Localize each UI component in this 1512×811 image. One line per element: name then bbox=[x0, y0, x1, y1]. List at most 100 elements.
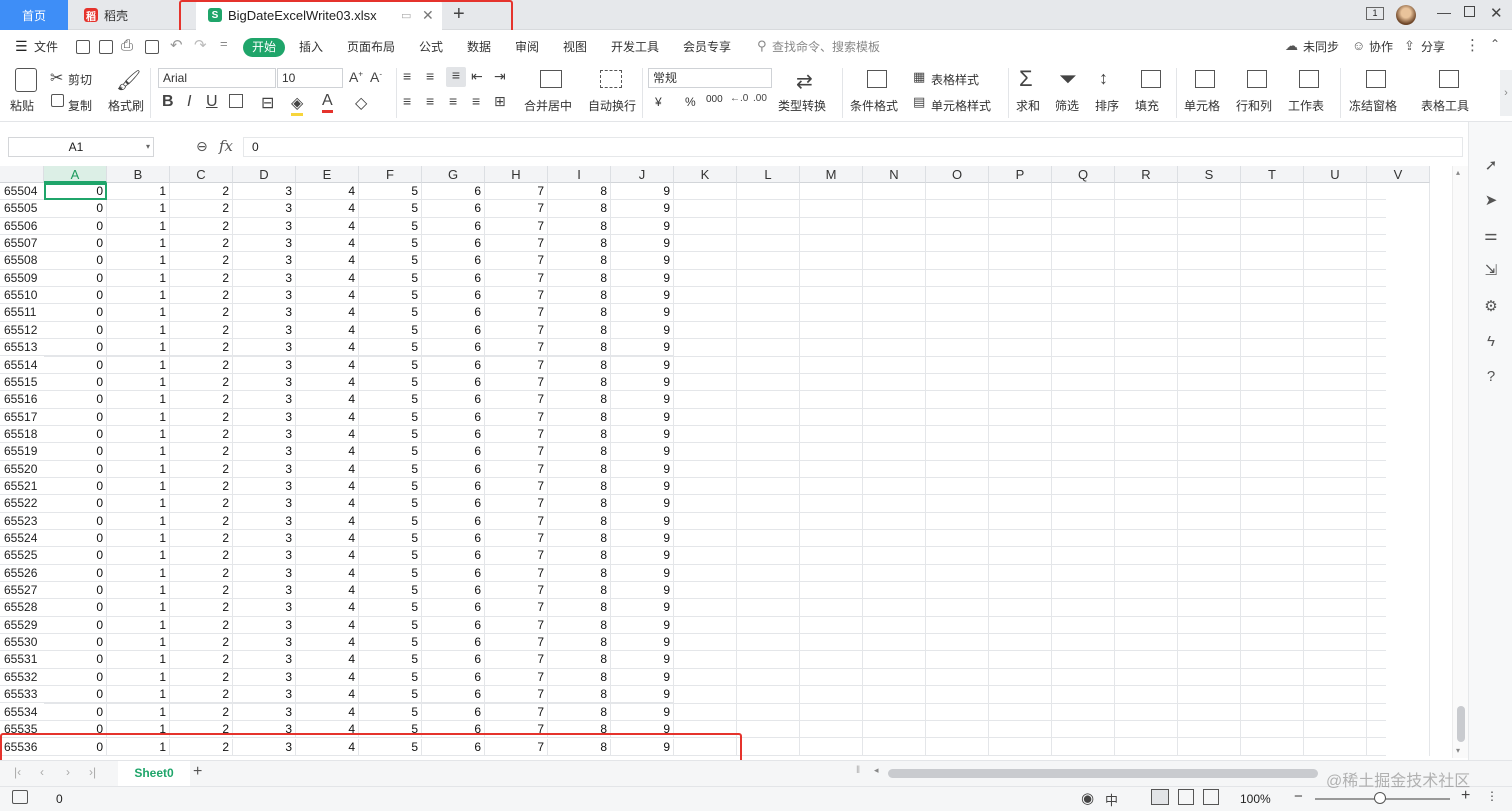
table-cell[interactable]: 1 bbox=[107, 304, 170, 322]
table-cell[interactable]: 1 bbox=[107, 200, 170, 218]
table-cell[interactable]: 1 bbox=[107, 425, 170, 444]
filter-icon[interactable]: ⏷ bbox=[1059, 66, 1077, 92]
table-cell[interactable]: 3 bbox=[233, 235, 296, 253]
table-cell[interactable]: 4 bbox=[296, 495, 359, 513]
table-cell[interactable]: 5 bbox=[359, 200, 422, 218]
table-cell[interactable]: 6 bbox=[422, 477, 485, 496]
table-cell[interactable]: 3 bbox=[233, 269, 296, 288]
table-cell[interactable]: 4 bbox=[296, 252, 359, 270]
table-cell[interactable]: 5 bbox=[359, 321, 422, 340]
table-cell[interactable]: 2 bbox=[170, 495, 233, 513]
table-cell[interactable]: 3 bbox=[233, 425, 296, 444]
table-cell[interactable]: 2 bbox=[170, 686, 233, 704]
table-cell[interactable]: 4 bbox=[296, 738, 359, 756]
column-header[interactable]: C bbox=[170, 166, 233, 183]
table-cell[interactable]: 6 bbox=[422, 183, 485, 201]
table-cell[interactable]: 6 bbox=[422, 599, 485, 617]
table-cell[interactable]: 9 bbox=[611, 634, 674, 652]
row-header[interactable]: 65513 bbox=[0, 339, 44, 357]
table-cell[interactable]: 0 bbox=[44, 408, 107, 426]
table-cell[interactable]: 8 bbox=[548, 564, 611, 583]
menu-tab-layout[interactable]: 页面布局 bbox=[347, 38, 395, 56]
table-cell[interactable]: 3 bbox=[233, 720, 296, 739]
column-header[interactable]: I bbox=[548, 166, 611, 183]
table-cell[interactable]: 6 bbox=[422, 408, 485, 426]
row-header[interactable]: 65518 bbox=[0, 425, 44, 444]
table-cell[interactable]: 3 bbox=[233, 460, 296, 478]
sheet-tab-active[interactable]: Sheet0 bbox=[118, 761, 190, 786]
table-cell[interactable]: 2 bbox=[170, 252, 233, 270]
redo-icon[interactable]: ↷ bbox=[194, 36, 207, 54]
row-col-icon[interactable] bbox=[1247, 70, 1267, 88]
table-cell[interactable]: 1 bbox=[107, 287, 170, 305]
zoom-out-icon[interactable]: − bbox=[1294, 788, 1303, 805]
table-cell[interactable]: 3 bbox=[233, 512, 296, 530]
table-cell[interactable]: 2 bbox=[170, 235, 233, 253]
zoom-level[interactable]: 100% bbox=[1240, 792, 1271, 806]
formula-input[interactable]: 0 bbox=[243, 137, 1463, 157]
cut-icon[interactable]: ✂ bbox=[50, 68, 63, 88]
menu-tab-view[interactable]: 视图 bbox=[563, 38, 587, 56]
ribbon-scroll-right-icon[interactable]: › bbox=[1500, 70, 1512, 116]
table-cell[interactable]: 1 bbox=[107, 356, 170, 374]
align-left-icon[interactable]: ≡ bbox=[403, 93, 411, 109]
sort-button[interactable]: 排序 bbox=[1095, 97, 1119, 114]
row-header[interactable]: 65528 bbox=[0, 599, 44, 617]
column-header[interactable]: P bbox=[989, 166, 1052, 183]
table-cell[interactable]: 1 bbox=[107, 443, 170, 461]
row-header[interactable]: 65508 bbox=[0, 252, 44, 270]
table-cell[interactable]: 7 bbox=[485, 460, 548, 478]
table-cell[interactable]: 8 bbox=[548, 738, 611, 756]
table-cell[interactable]: 2 bbox=[170, 738, 233, 756]
table-cell[interactable]: 6 bbox=[422, 547, 485, 565]
table-cell[interactable]: 5 bbox=[359, 530, 422, 548]
table-cell[interactable]: 1 bbox=[107, 651, 170, 669]
table-cell[interactable]: 0 bbox=[44, 530, 107, 548]
table-cell[interactable]: 9 bbox=[611, 564, 674, 583]
table-cell[interactable]: 6 bbox=[422, 373, 485, 392]
table-cell[interactable]: 0 bbox=[44, 183, 107, 201]
table-cell[interactable]: 2 bbox=[170, 391, 233, 409]
table-cell[interactable]: 9 bbox=[611, 391, 674, 409]
last-sheet-icon[interactable]: ›| bbox=[89, 765, 96, 779]
table-cell[interactable]: 7 bbox=[485, 425, 548, 444]
table-cell[interactable]: 7 bbox=[485, 720, 548, 739]
table-cell[interactable]: 4 bbox=[296, 512, 359, 530]
column-header[interactable]: S bbox=[1178, 166, 1241, 183]
table-cell[interactable]: 8 bbox=[548, 686, 611, 704]
table-cell[interactable]: 2 bbox=[170, 460, 233, 478]
share-button[interactable]: 分享 bbox=[1421, 38, 1445, 56]
table-cell[interactable]: 6 bbox=[422, 252, 485, 270]
table-cell[interactable]: 9 bbox=[611, 408, 674, 426]
table-cell[interactable]: 6 bbox=[422, 287, 485, 305]
row-header[interactable]: 65512 bbox=[0, 321, 44, 340]
table-cell[interactable]: 1 bbox=[107, 408, 170, 426]
align-bottom-icon[interactable]: ≡ bbox=[446, 67, 466, 87]
table-cell[interactable]: 9 bbox=[611, 443, 674, 461]
table-cell[interactable]: 2 bbox=[170, 547, 233, 565]
prev-sheet-icon[interactable]: ‹ bbox=[40, 765, 44, 779]
table-cell[interactable]: 5 bbox=[359, 720, 422, 739]
table-cell[interactable]: 4 bbox=[296, 356, 359, 374]
table-cell[interactable]: 4 bbox=[296, 616, 359, 635]
row-header[interactable]: 65520 bbox=[0, 460, 44, 478]
table-cell[interactable]: 7 bbox=[485, 321, 548, 340]
macro-record-icon[interactable] bbox=[12, 790, 28, 804]
sort-icon[interactable]: ↕ bbox=[1099, 68, 1108, 89]
table-cell[interactable]: 5 bbox=[359, 634, 422, 652]
table-cell[interactable]: 9 bbox=[611, 599, 674, 617]
table-cell[interactable]: 7 bbox=[485, 738, 548, 756]
table-cell[interactable]: 3 bbox=[233, 339, 296, 357]
table-cell[interactable]: 4 bbox=[296, 564, 359, 583]
table-cell[interactable]: 4 bbox=[296, 582, 359, 600]
table-cell[interactable]: 9 bbox=[611, 512, 674, 530]
row-header[interactable]: 65504 bbox=[0, 183, 44, 201]
row-header[interactable]: 65523 bbox=[0, 512, 44, 530]
table-cell[interactable]: 9 bbox=[611, 582, 674, 600]
row-header[interactable]: 65533 bbox=[0, 686, 44, 704]
fill-button[interactable]: 填充 bbox=[1135, 97, 1159, 114]
table-cell[interactable]: 0 bbox=[44, 668, 107, 687]
tab-file[interactable]: S BigDateExcelWrite03.xlsx ▭ ✕ bbox=[196, 0, 442, 30]
restore-icon[interactable] bbox=[1464, 6, 1475, 17]
print-icon[interactable]: ⎙ bbox=[121, 37, 133, 54]
